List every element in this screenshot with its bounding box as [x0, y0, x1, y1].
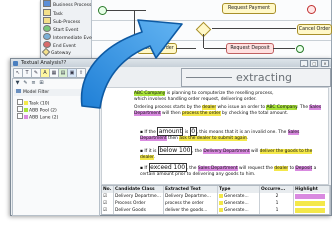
highlight-below-100[interactable]: below 100 — [157, 146, 192, 155]
table-cell: 1 — [260, 200, 294, 207]
sequence-flow — [212, 28, 296, 29]
table-cell — [294, 207, 330, 214]
bullet-3: ▪ If exceed 100, the Sales Department wi… — [140, 163, 317, 178]
checkbox-icon[interactable] — [17, 113, 23, 119]
column-header-type[interactable]: Type — [218, 186, 260, 193]
end-event-node[interactable] — [307, 5, 316, 14]
highlight-dealer[interactable]: dealer — [274, 166, 289, 171]
app-icon — [13, 60, 18, 66]
minimize-button[interactable]: _ — [299, 60, 308, 67]
column-header-occurrences[interactable]: Occurre... — [260, 186, 294, 193]
close-button[interactable]: × — [321, 60, 329, 67]
table-cell: Generate... — [218, 193, 260, 200]
table-cell: Delivery Departme... — [164, 193, 218, 200]
maximize-button[interactable]: □ — [310, 60, 319, 67]
table-row[interactable]: ☑ Process Order process the order Genera… — [102, 200, 330, 207]
highlight-exceed-100[interactable]: exceed 100 — [148, 163, 187, 172]
type-color-icon — [219, 193, 223, 198]
table-row[interactable]: ☑ Deliver Goods deliver the goods... Gen… — [102, 207, 330, 214]
table-cell: Generate... — [218, 207, 260, 214]
table-cell: Generate... — [218, 200, 260, 207]
palette-intermediate-event-icon — [43, 33, 51, 40]
column-header-highlight[interactable]: Highlight — [294, 186, 330, 193]
table-row[interactable]: ☑ Delivery Departme... Delivery Departme… — [102, 193, 330, 200]
pencil-icon[interactable]: ✎ — [22, 80, 29, 87]
table-cell: 2 — [260, 193, 294, 200]
highlight-amount[interactable]: amount — [157, 127, 184, 136]
highlight-swatch[interactable] — [295, 208, 325, 213]
highlight-abc-company[interactable]: ABC Company — [266, 105, 298, 110]
color-swatch-icon — [24, 108, 28, 112]
tree-item-abb-lane[interactable]: ABB Lane (2) — [17, 113, 58, 122]
color-swatch-icon — [24, 115, 28, 119]
table-cell: deliver the goods... — [164, 207, 218, 214]
dashed-line — [186, 77, 232, 78]
row-checkbox-icon[interactable]: ☑ — [102, 207, 114, 214]
palette-end-event-icon — [43, 41, 51, 48]
highlight-swatch[interactable] — [295, 194, 325, 199]
filter-icon[interactable]: ▼ — [14, 80, 21, 87]
expand-icon[interactable]: ⊞ — [38, 80, 45, 87]
list-icon[interactable]: ≡ — [30, 80, 37, 87]
task-request-deposit[interactable]: Request Deposit — [226, 43, 274, 54]
palette-business-process-icon — [43, 0, 51, 7]
type-color-icon — [219, 200, 223, 205]
task-cancel-order[interactable]: Cancel Order — [297, 24, 332, 35]
table-header-row: No. Candidate Class Extracted Text Type … — [102, 186, 330, 193]
bullet-1: ▪ If the amount is 0, this means that it… — [140, 127, 300, 142]
column-header-no[interactable]: No. — [102, 186, 114, 193]
extracting-label: extracting — [181, 68, 331, 87]
palette-sub-process-icon — [43, 17, 51, 24]
table-cell: Delivery Departme... — [114, 193, 164, 200]
checkbox-icon[interactable] — [17, 106, 23, 112]
type-color-icon — [219, 207, 223, 212]
table-cell: process the order — [164, 200, 218, 207]
palette-task-icon — [43, 9, 51, 16]
extraction-arrow-icon — [80, 19, 183, 109]
table-cell: 1 — [260, 207, 294, 214]
highlight-deposit[interactable]: Deposit — [295, 166, 313, 171]
highlight-swatch[interactable] — [295, 201, 325, 206]
highlight-delivery-department[interactable]: Delivery Department — [203, 149, 250, 154]
color-swatch-icon — [24, 101, 28, 105]
column-header-candidate-class[interactable]: Candidate Class — [114, 186, 164, 193]
bullet-2: ▪ If it is below 100, the Delivery Depar… — [140, 146, 313, 161]
highlight-sales-department[interactable]: Sales Department — [197, 166, 238, 171]
model-icon — [16, 89, 21, 93]
candidate-class-table[interactable]: No. Candidate Class Extracted Text Type … — [101, 185, 331, 215]
sequence-flow — [204, 48, 226, 49]
task-request-payment[interactable]: Request Payment — [222, 3, 276, 14]
palette-start-event-icon — [43, 25, 51, 32]
highlight-ask-dealer[interactable]: ask the dealer to submit again — [179, 136, 247, 142]
palette-gateway-icon — [41, 47, 51, 57]
table-cell: Process Order — [114, 200, 164, 207]
table-cell: Deliver Goods — [114, 207, 164, 214]
table-cell — [294, 200, 330, 207]
highlight-zero[interactable]: 0 — [189, 127, 197, 136]
sequence-flow — [203, 34, 204, 48]
row-checkbox-icon[interactable]: ☑ — [102, 200, 114, 207]
checkbox-icon[interactable] — [17, 99, 23, 105]
sequence-flow — [273, 48, 295, 49]
row-checkbox-icon[interactable]: ☑ — [102, 193, 114, 200]
highlight-dealer[interactable]: dealer — [202, 105, 217, 110]
column-header-extracted-text[interactable]: Extracted Text — [164, 186, 218, 193]
table-cell — [294, 193, 330, 200]
intermediate-event-node[interactable] — [296, 45, 304, 53]
